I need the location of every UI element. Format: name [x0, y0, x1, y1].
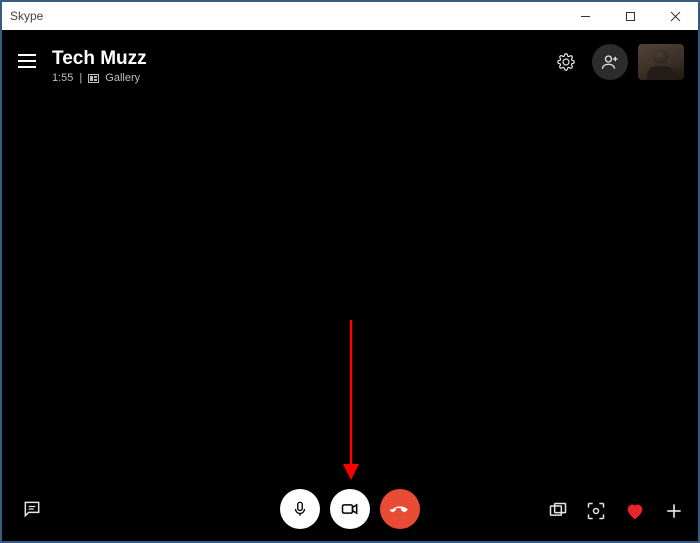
call-title: Tech Muzz [52, 48, 147, 70]
call-controls [280, 489, 420, 529]
call-info: Tech Muzz 1:55 | Gallery [52, 48, 147, 84]
end-call-button[interactable] [380, 489, 420, 529]
microphone-button[interactable] [280, 489, 320, 529]
microphone-icon [291, 500, 309, 518]
window-controls [563, 2, 698, 30]
call-area: Tech Muzz 1:55 | Gallery [2, 30, 698, 541]
end-call-icon [389, 498, 411, 520]
video-camera-icon [340, 499, 360, 519]
call-duration: 1:55 [52, 72, 73, 84]
video-button[interactable] [330, 489, 370, 529]
app-window: Skype Tech Muzz [0, 0, 700, 543]
close-icon [670, 11, 681, 22]
maximize-icon [625, 11, 636, 22]
annotation-arrow [341, 320, 361, 480]
bottom-left [16, 493, 48, 525]
menu-button[interactable] [16, 50, 38, 72]
subline-separator: | [79, 72, 82, 84]
reaction-heart-button[interactable] [624, 500, 646, 527]
call-subline: 1:55 | Gallery [52, 72, 147, 84]
heart-icon [624, 500, 646, 522]
minimize-button[interactable] [563, 2, 608, 30]
chat-icon [22, 499, 42, 519]
snapshot-button[interactable] [586, 501, 606, 526]
share-screen-button[interactable] [548, 501, 568, 526]
close-button[interactable] [653, 2, 698, 30]
snapshot-icon [586, 501, 606, 521]
gear-icon [557, 53, 575, 71]
plus-icon [664, 501, 684, 521]
settings-button[interactable] [550, 46, 582, 78]
more-button[interactable] [664, 501, 684, 526]
header-left: Tech Muzz 1:55 | Gallery [16, 48, 147, 84]
gallery-icon [88, 74, 99, 83]
bottom-bar [2, 477, 698, 541]
maximize-button[interactable] [608, 2, 653, 30]
share-screen-icon [548, 501, 568, 521]
self-video-preview[interactable] [638, 44, 684, 80]
header-right [550, 44, 684, 80]
hamburger-icon [18, 54, 36, 68]
window-title: Skype [10, 9, 43, 23]
minimize-icon [580, 11, 591, 22]
bottom-right [548, 500, 684, 527]
gallery-label: Gallery [105, 72, 140, 84]
window-titlebar: Skype [2, 2, 698, 30]
add-person-icon [601, 53, 619, 71]
chat-button[interactable] [16, 493, 48, 525]
add-participant-button[interactable] [592, 44, 628, 80]
